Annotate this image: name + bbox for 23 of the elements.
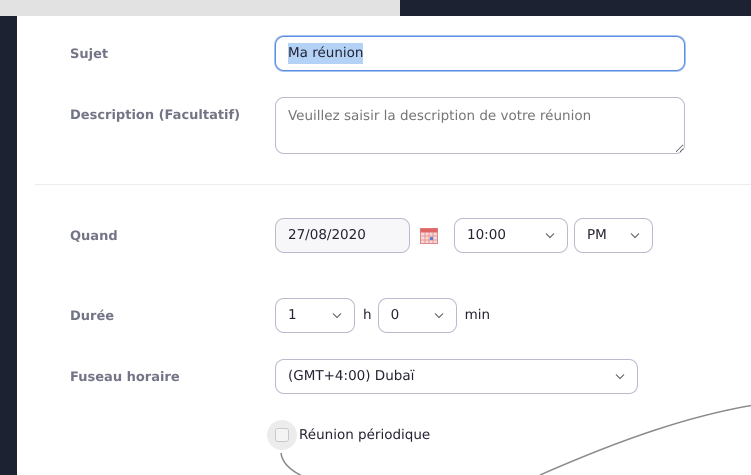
- field-label: Quand: [70, 228, 119, 246]
- field-label: Description (Facultatif): [70, 107, 242, 125]
- timezone-select[interactable]: (GMT+4:00) Dubaï: [275, 359, 638, 394]
- chevron-icon: [615, 373, 625, 380]
- chevron-icon: [434, 312, 444, 319]
- subject-field[interactable]: Ma réunion: [275, 36, 685, 71]
- calendar-icon[interactable]: [420, 228, 438, 244]
- date-field[interactable]: 27/08/2020: [275, 218, 410, 253]
- unit-label: h: [363, 306, 372, 326]
- field-label: Fuseau horaire: [70, 369, 181, 387]
- period-select[interactable]: PM: [574, 218, 653, 253]
- unit-label: min: [464, 306, 490, 326]
- chevron-icon: [545, 232, 555, 239]
- checkbox-label[interactable]: Réunion périodique: [299, 424, 430, 446]
- description-field[interactable]: Veuillez saisir la description de votre réunion: [275, 97, 685, 154]
- chevron-icon: [332, 312, 342, 319]
- field-label: Durée: [70, 308, 116, 326]
- minutes-select[interactable]: 0: [378, 298, 457, 333]
- checkbox[interactable]: [275, 428, 289, 442]
- field-label: Sujet: [70, 46, 110, 64]
- time-select[interactable]: 10:00: [454, 218, 568, 253]
- hours-select[interactable]: 1: [275, 298, 355, 333]
- chevron-icon: [630, 232, 640, 239]
